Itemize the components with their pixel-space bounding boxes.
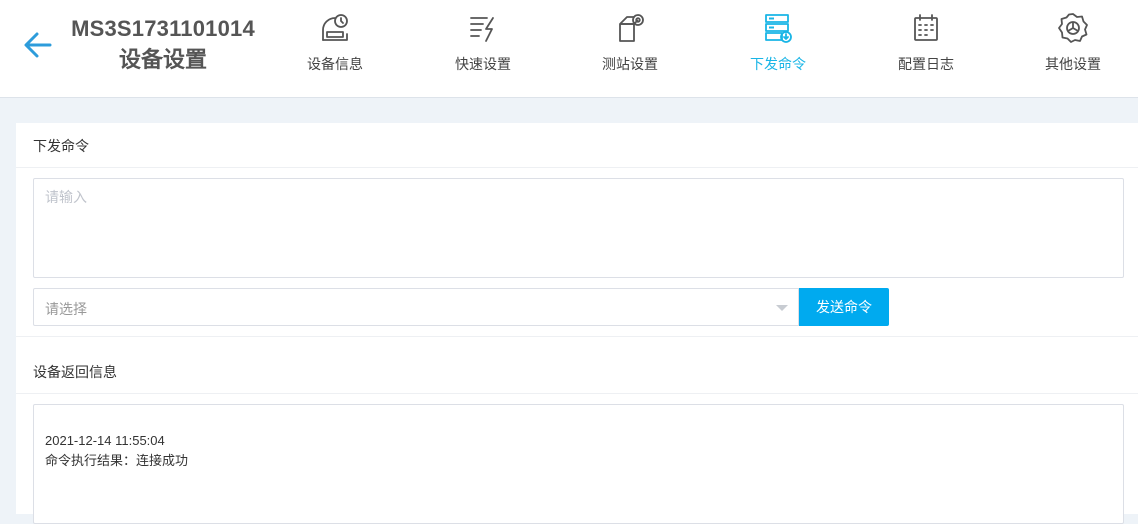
tab-label: 其他设置 [1045,56,1101,72]
tab-other-settings[interactable]: 其他设置 [1013,0,1133,98]
tab-label: 配置日志 [898,56,954,72]
tab-device-info[interactable]: 设备信息 [275,0,395,98]
header-bar: MS3S1731101014 设备设置 设备信息 快速设置 测站设置 下发命令 … [0,0,1138,98]
device-id: MS3S1731101014 [71,16,255,41]
response-result: 命令执行结果：连接成功 [45,453,189,468]
back-arrow-icon [24,32,52,58]
config-log-icon [914,14,938,41]
command-section-title: 下发命令 [33,138,89,154]
command-select[interactable]: 请选择 [33,288,799,326]
divider [16,393,1138,394]
tab-label: 快速设置 [455,56,511,72]
command-input[interactable] [33,178,1124,278]
tab-label: 测站设置 [602,56,658,72]
device-info-icon [322,14,348,41]
divider [16,336,1138,337]
tab-station-settings[interactable]: 测站设置 [570,0,690,98]
tab-send-command[interactable]: 下发命令 [718,0,838,98]
response-output[interactable]: 2021-12-14 11:55:04 命令执行结果：连接成功 [33,404,1124,524]
other-settings-icon [1058,13,1088,43]
tab-quick-settings[interactable]: 快速设置 [423,0,543,98]
tab-config-log[interactable]: 配置日志 [866,0,986,98]
device-title: MS3S1731101014 设备设置 [62,14,264,75]
page-title: 设备设置 [118,47,207,72]
tab-label: 下发命令 [750,56,806,72]
command-panel: 下发命令 请选择 发送命令 设备返回信息 2021-12-14 11:55:04… [16,123,1138,524]
response-section-title: 设备返回信息 [33,364,117,380]
tab-label: 设备信息 [307,56,363,72]
back-button[interactable] [22,30,54,60]
station-settings-icon [619,14,644,42]
response-timestamp: 2021-12-14 11:55:04 [45,433,165,448]
caret-down-icon [776,305,788,311]
send-command-icon [765,14,792,43]
send-command-button[interactable]: 发送命令 [799,288,889,326]
divider [16,167,1138,168]
command-select-value: 请选择 [45,301,87,317]
quick-settings-icon [470,17,494,42]
